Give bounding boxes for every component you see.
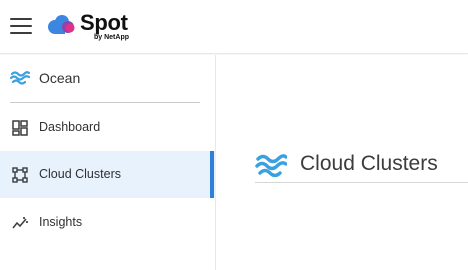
brand-byline: by NetApp — [94, 34, 129, 41]
sidebar: Ocean Dashboard Cloud Clusters Insights — [0, 55, 216, 270]
dashboard-grid-icon — [12, 120, 28, 136]
sidebar-item-cloud-clusters[interactable]: Cloud Clusters — [0, 151, 216, 198]
sidebar-section-label: Ocean — [39, 70, 81, 86]
ocean-wave-icon — [10, 71, 30, 85]
sidebar-item-label: Insights — [39, 215, 83, 229]
spot-cloud-logo-icon — [48, 15, 75, 34]
brand-name: Spot — [80, 10, 128, 35]
insights-trend-icon — [12, 217, 28, 229]
sidebar-section-ocean[interactable]: Ocean — [0, 55, 216, 101]
hamburger-menu-icon[interactable] — [10, 18, 32, 36]
top-bar: Spot by NetApp — [0, 0, 468, 54]
cluster-nodes-icon — [12, 167, 28, 183]
page-title: Cloud Clusters — [300, 152, 438, 175]
sidebar-item-dashboard[interactable]: Dashboard — [0, 104, 216, 151]
spot-logo[interactable]: Spot by NetApp — [46, 10, 146, 44]
sidebar-divider — [10, 102, 200, 103]
page-header: Cloud Clusters — [255, 149, 468, 183]
ocean-wave-icon — [255, 154, 287, 177]
sidebar-item-insights[interactable]: Insights — [0, 199, 216, 246]
sidebar-item-label: Cloud Clusters — [39, 167, 121, 181]
main-content: Cloud Clusters — [217, 55, 468, 270]
sidebar-item-label: Dashboard — [39, 120, 101, 134]
